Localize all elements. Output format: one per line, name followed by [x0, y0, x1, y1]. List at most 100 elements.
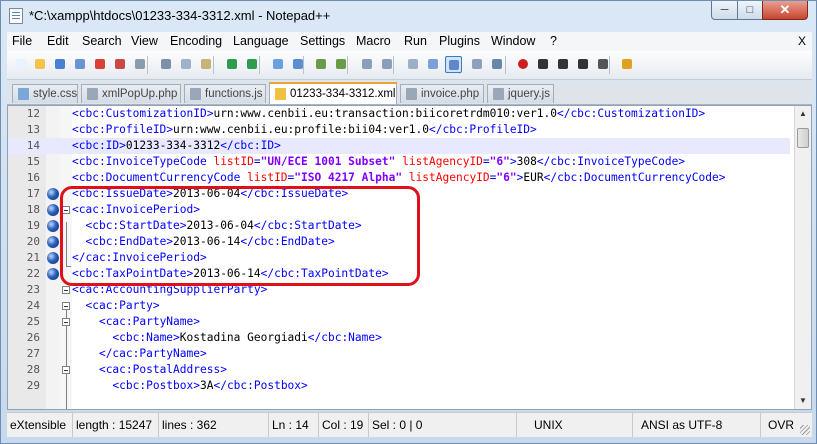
code-line[interactable]: 12 <cbc:CustomizationID>urn:www.cenbii.eu…: [8, 106, 790, 122]
bookmark-icon[interactable]: [47, 204, 59, 216]
sync-vertical-icon[interactable]: [359, 56, 376, 73]
resize-grip-icon[interactable]: [800, 425, 810, 435]
fold-toggle-icon[interactable]: [62, 366, 70, 374]
tab-style-css[interactable]: style.css: [12, 84, 78, 103]
fold-toggle-icon[interactable]: [62, 302, 70, 310]
menu-macro[interactable]: Macro: [356, 34, 391, 48]
fold-toggle-icon[interactable]: [62, 286, 70, 294]
code-line[interactable]: 24 <cac:Party>: [8, 298, 790, 314]
code-line[interactable]: 13 <cbc:ProfileID>urn:www.cenbii.eu:profi…: [8, 122, 790, 138]
code-line[interactable]: 26 <cbc:Name>Kostadina Georgiadi</cbc:Na…: [8, 330, 790, 346]
code-line[interactable]: 29 <cbc:Postbox>3A</cbc:Postbox>: [8, 378, 790, 394]
show-all-chars-icon[interactable]: [425, 56, 442, 73]
code-line[interactable]: 15 <cbc:InvoiceTypeCode listID="UN/ECE 10…: [8, 154, 790, 170]
code-line[interactable]: 28 <cac:PostalAddress>: [8, 362, 790, 378]
modified-file-icon: [275, 88, 286, 100]
user-lang-icon[interactable]: [469, 56, 486, 73]
close-document-button[interactable]: X: [798, 34, 806, 48]
vertical-scrollbar[interactable]: ▲ ▼: [794, 106, 811, 409]
stop-record-icon[interactable]: [535, 56, 552, 73]
paste-icon[interactable]: [198, 56, 215, 73]
status-eol: UNIX: [517, 413, 633, 437]
scroll-up-arrow-icon[interactable]: ▲: [796, 106, 810, 122]
close-window-button[interactable]: ✕: [762, 1, 808, 20]
cut-icon[interactable]: [158, 56, 175, 73]
menu-file[interactable]: File: [12, 34, 32, 48]
open-file-icon[interactable]: [32, 56, 49, 73]
status-lines: lines : 362: [159, 413, 269, 437]
code-line[interactable]: 25 <cac:PartyName>: [8, 314, 790, 330]
sync-horizontal-icon[interactable]: [379, 56, 396, 73]
copy-icon[interactable]: [178, 56, 195, 73]
editor-pane[interactable]: 12 <cbc:CustomizationID>urn:www.cenbii.eu…: [7, 105, 812, 410]
indent-guide-glyph: [449, 60, 459, 70]
tab-jquery-js[interactable]: jquery.js: [487, 84, 554, 103]
menu-settings[interactable]: Settings: [300, 34, 345, 48]
menu-help[interactable]: ?: [550, 34, 557, 48]
notepad-app-icon[interactable]: [9, 8, 23, 24]
find-icon[interactable]: [270, 56, 287, 73]
scroll-down-arrow-icon[interactable]: ▼: [796, 393, 810, 409]
new-file-icon[interactable]: [13, 56, 30, 73]
bookmark-icon[interactable]: [47, 252, 59, 264]
record-macro-icon[interactable]: [515, 56, 532, 73]
close-icon: ✕: [779, 2, 791, 17]
zoom-out-icon[interactable]: [333, 56, 350, 73]
menu-plugins[interactable]: Plugins: [439, 34, 480, 48]
undo-icon[interactable]: [224, 56, 241, 73]
tab-01233-334-3312-xml[interactable]: 01233-334-3312.xml: [269, 82, 397, 104]
zoom-in-icon[interactable]: [313, 56, 330, 73]
redo-icon[interactable]: [244, 56, 261, 73]
menu-language[interactable]: Language: [233, 34, 289, 48]
menu-search[interactable]: Search: [82, 34, 122, 48]
play-multiple-icon[interactable]: [575, 56, 592, 73]
line-number: 24: [26, 299, 40, 312]
print-icon[interactable]: [132, 56, 149, 73]
spellcheck-glyph: [622, 59, 632, 69]
code-line[interactable]: 14 <cbc:ID>01233-334-3312</cbc:ID>: [8, 138, 790, 154]
replace-icon[interactable]: [290, 56, 307, 73]
code-text: <cac:Party>: [85, 299, 160, 312]
spellcheck-icon[interactable]: [619, 56, 636, 73]
redo-glyph: [247, 59, 257, 69]
code-text: <cac:PostalAddress>: [98, 363, 227, 376]
tab-xmlpopup-php[interactable]: xmlPopUp.php: [81, 84, 181, 103]
doc-map-icon[interactable]: [489, 56, 506, 73]
paste-glyph: [201, 59, 211, 69]
code-line[interactable]: 27 </cac:PartyName>: [8, 346, 790, 362]
line-number: 23: [26, 283, 40, 296]
word-wrap-icon[interactable]: [405, 56, 422, 73]
bookmark-icon[interactable]: [47, 220, 59, 232]
tab-functions-js[interactable]: functions.js: [184, 84, 266, 103]
close-all-icon[interactable]: [112, 56, 129, 73]
bookmark-icon[interactable]: [47, 188, 59, 200]
saved-file-icon: [190, 88, 201, 100]
menu-encoding[interactable]: Encoding: [170, 34, 222, 48]
window-title: *C:\xampp\htdocs\01233-334-3312.xml - No…: [29, 8, 331, 23]
user-lang-glyph: [472, 59, 482, 69]
scroll-thumb[interactable]: [797, 128, 809, 148]
save-all-icon[interactable]: [72, 56, 89, 73]
code-line[interactable]: 16 <cbc:DocumentCurrencyCode listID="ISO …: [8, 170, 790, 186]
minimize-button[interactable]: ─: [711, 1, 738, 20]
stop-record-glyph: [538, 59, 548, 69]
indent-guide-icon[interactable]: [445, 56, 462, 73]
maximize-button[interactable]: □: [737, 1, 763, 20]
save-macro-icon[interactable]: [595, 56, 612, 73]
highlight-annotation-box: [60, 186, 420, 286]
undo-glyph: [227, 59, 237, 69]
title-bar[interactable]: *C:\xampp\htdocs\01233-334-3312.xml - No…: [1, 1, 816, 31]
menu-run[interactable]: Run: [404, 34, 427, 48]
close-icon[interactable]: [92, 56, 109, 73]
bookmark-icon[interactable]: [47, 268, 59, 280]
status-length: length : 15247: [73, 413, 159, 437]
tab-invoice-php[interactable]: invoice.php: [400, 84, 484, 103]
save-icon[interactable]: [52, 56, 69, 73]
status-bar: eXtensible length : 15247 lines : 362 Ln…: [7, 412, 812, 437]
fold-toggle-icon[interactable]: [62, 318, 70, 326]
menu-view[interactable]: View: [131, 34, 158, 48]
menu-edit[interactable]: Edit: [47, 34, 69, 48]
bookmark-icon[interactable]: [47, 236, 59, 248]
menu-window[interactable]: Window: [491, 34, 535, 48]
play-macro-icon[interactable]: [555, 56, 572, 73]
